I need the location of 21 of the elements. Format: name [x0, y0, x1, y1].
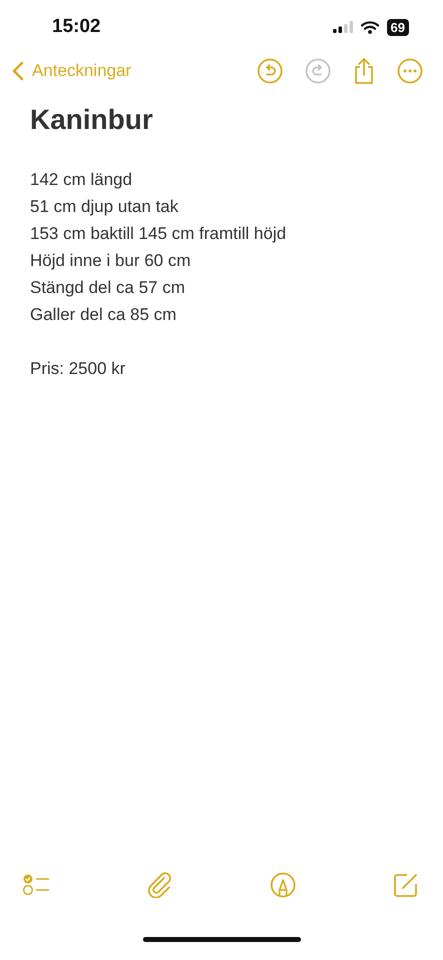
- compose-icon[interactable]: [393, 872, 419, 898]
- more-icon[interactable]: [397, 58, 423, 84]
- signal-icon: [332, 21, 353, 33]
- undo-icon[interactable]: [257, 58, 283, 84]
- back-button[interactable]: Anteckningar: [12, 61, 132, 81]
- battery-level: 69: [386, 18, 409, 36]
- note-line: Galler del ca 85 cm: [30, 304, 178, 326]
- wifi-icon: [360, 20, 379, 34]
- note-line: 153 cm baktill 145 cm framtill höjd: [30, 223, 288, 245]
- checklist-icon[interactable]: [22, 873, 50, 897]
- chevron-icon: [12, 61, 24, 81]
- pen-tip-icon[interactable]: [270, 872, 296, 898]
- note-line: 51 cm djup utan tak: [30, 196, 180, 218]
- note-line: Höjd inne i bur 60 cm: [30, 250, 192, 272]
- note-line: Pris: 2500 kr: [30, 358, 126, 380]
- note-line: Stängd del ca 57 cm: [30, 277, 186, 299]
- paperclip-icon[interactable]: [147, 872, 173, 898]
- note-line: 142 cm längd: [30, 169, 134, 191]
- note-title: Kaninbur: [30, 104, 154, 136]
- share-icon[interactable]: [353, 57, 375, 85]
- clock-time: 15:02: [52, 16, 101, 38]
